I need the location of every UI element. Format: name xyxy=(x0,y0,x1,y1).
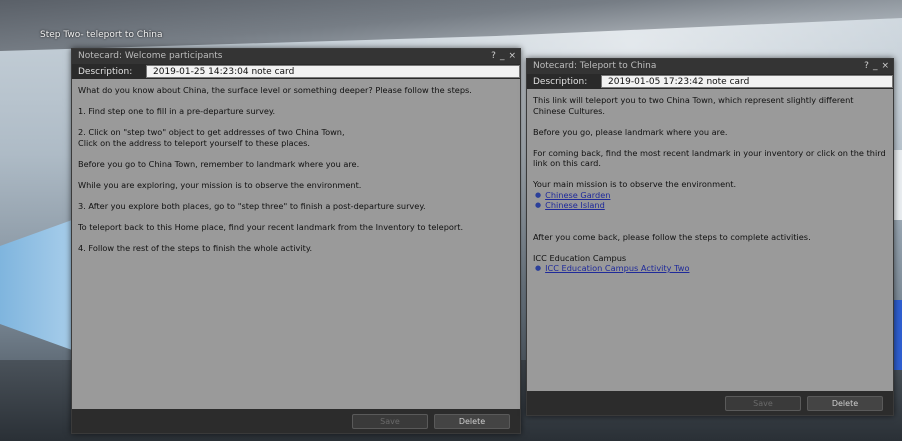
description-row: Description: 2019-01-25 14:23:04 note ca… xyxy=(72,64,520,79)
paragraph: 4. Follow the rest of the steps to finis… xyxy=(78,242,313,253)
step-two-object-label[interactable]: Step Two- teleport to China xyxy=(40,30,163,40)
delete-button[interactable]: Delete xyxy=(807,395,883,411)
help-icon[interactable]: ? xyxy=(864,59,869,74)
description-row: Description: 2019-01-05 17:23:42 note ca… xyxy=(527,74,893,89)
paragraph: ICC Education Campus xyxy=(533,252,627,263)
description-field[interactable]: 2019-01-05 17:23:42 note card xyxy=(601,75,893,88)
paragraph: While you are exploring, your mission is… xyxy=(78,179,362,190)
notecard-body[interactable]: This link will teleport you to two China… xyxy=(527,89,893,383)
paragraph: To teleport back to this Home place, fin… xyxy=(78,221,464,232)
landmark-icon: ● xyxy=(535,201,542,209)
close-icon[interactable]: × xyxy=(508,49,516,64)
paragraph: Before you go, please landmark where you… xyxy=(533,126,728,137)
list-item: ● ICC Education Campus Activity Two xyxy=(533,263,887,274)
paragraph: Your main mission is to observe the envi… xyxy=(533,179,737,189)
close-icon[interactable]: × xyxy=(881,59,889,74)
notecard-body[interactable]: What do you know about China, the surfac… xyxy=(72,79,520,401)
delete-button[interactable]: Delete xyxy=(434,413,510,429)
paragraph: 3. After you explore both places, go to … xyxy=(78,200,426,211)
notecard-welcome-window[interactable]: Notecard: Welcome participants ? _ × Des… xyxy=(71,48,521,434)
paragraph: For coming back, find the most recent la… xyxy=(533,147,886,169)
paragraph: This link will teleport you to two China… xyxy=(533,95,854,116)
chinese-island-link[interactable]: Chinese Island xyxy=(545,200,605,211)
help-icon[interactable]: ? xyxy=(491,49,496,64)
minimize-icon[interactable]: _ xyxy=(500,49,505,64)
notecard-button-bar: Save Delete xyxy=(527,391,893,415)
notecard-button-bar: Save Delete xyxy=(72,409,520,433)
landmark-list: ● Chinese Garden ● Chinese Island xyxy=(533,190,887,211)
minimize-icon[interactable]: _ xyxy=(873,59,878,74)
window-title: Notecard: Welcome participants xyxy=(78,51,223,61)
list-item: ● Chinese Garden xyxy=(533,190,887,201)
landmark-icon: ● xyxy=(535,264,542,272)
description-label: Description: xyxy=(78,66,133,77)
landmark-icon: ● xyxy=(535,190,542,199)
landmark-list: ● ICC Education Campus Activity Two xyxy=(533,263,887,274)
description-field[interactable]: 2019-01-25 14:23:04 note card xyxy=(146,65,520,78)
paragraph: 2. Click on "step two" object to get add… xyxy=(78,127,345,148)
save-button[interactable]: Save xyxy=(725,395,801,411)
notecard-teleport-titlebar[interactable]: Notecard: Teleport to China ? _ × xyxy=(527,59,893,74)
paragraph: 1. Find step one to fill in a pre-depart… xyxy=(78,106,276,116)
window-title: Notecard: Teleport to China xyxy=(533,61,657,71)
description-label: Description: xyxy=(533,76,588,87)
save-button[interactable]: Save xyxy=(352,413,428,429)
paragraph: Before you go to China Town, remember to… xyxy=(78,158,360,169)
list-item: ● Chinese Island xyxy=(533,200,887,211)
chinese-garden-link[interactable]: Chinese Garden xyxy=(545,190,610,201)
paragraph: What do you know about China, the surfac… xyxy=(78,85,472,95)
paragraph: After you come back, please follow the s… xyxy=(533,231,811,242)
icc-campus-activity-link[interactable]: ICC Education Campus Activity Two xyxy=(545,263,689,274)
notecard-welcome-titlebar[interactable]: Notecard: Welcome participants ? _ × xyxy=(72,49,520,64)
notecard-teleport-window[interactable]: Notecard: Teleport to China ? _ × Descri… xyxy=(526,58,894,416)
